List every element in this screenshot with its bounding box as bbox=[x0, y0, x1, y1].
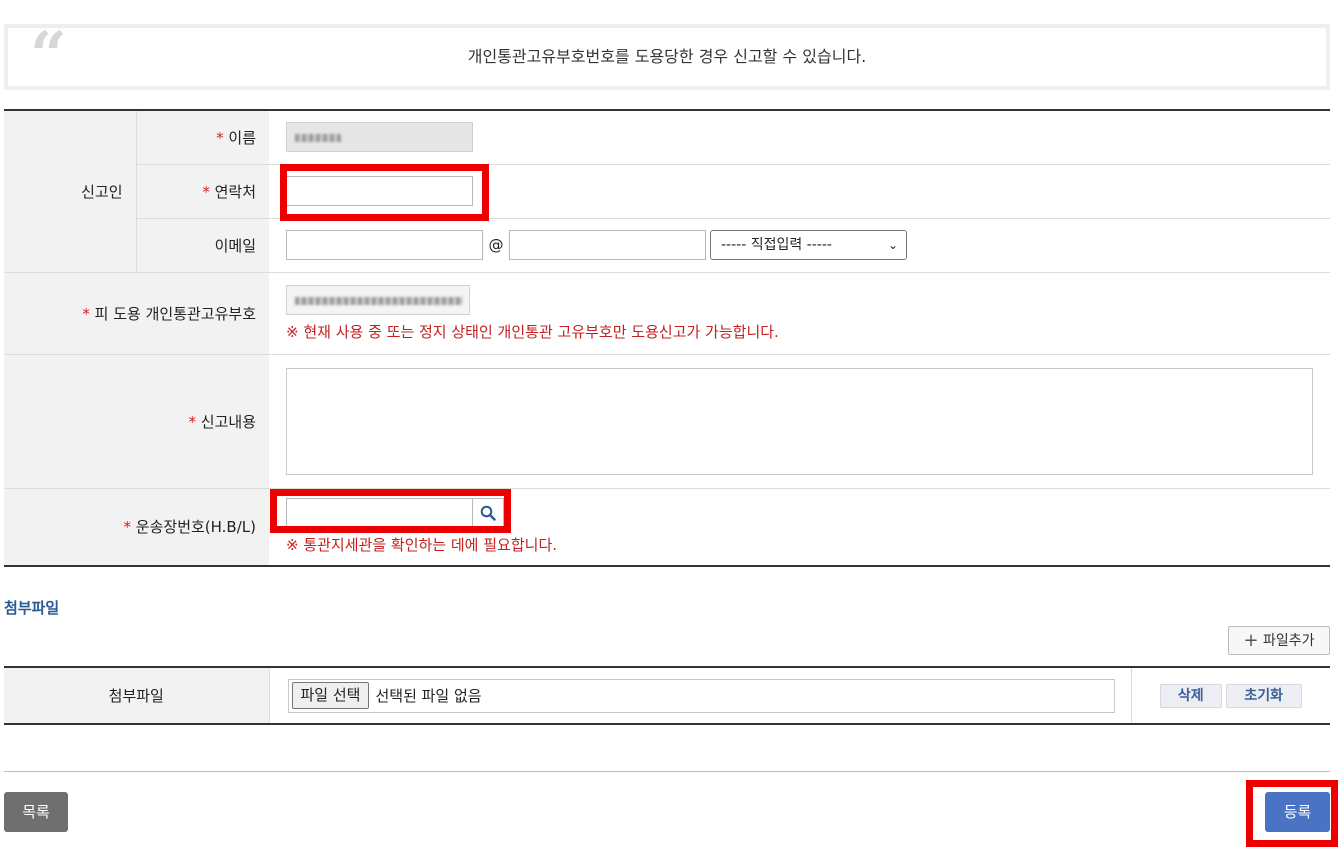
chevron-down-icon: ⌄ bbox=[887, 238, 898, 252]
file-input[interactable]: 파일 선택 선택된 파일 없음 bbox=[287, 678, 1115, 713]
name-label: * 이름 bbox=[136, 110, 269, 165]
report-form: 신고인 * 이름 * 연락처 이메일 @ ----- 직접입력 ----- ⌄ * … bbox=[4, 109, 1330, 567]
contact-input[interactable] bbox=[286, 176, 473, 206]
file-status: 선택된 파일 없음 bbox=[375, 687, 482, 705]
notice-text: 개인통관고유부호번호를 도용당한 경우 신고할 수 있습니다. bbox=[467, 47, 867, 66]
stolen-code-cell: ※ 현재 사용 중 또는 정지 상태인 개인통관 고유부호만 도용신고가 가능합… bbox=[269, 272, 1330, 355]
content-textarea[interactable] bbox=[286, 367, 1313, 475]
reset-button[interactable]: 초기화 bbox=[1225, 683, 1302, 708]
email-cell: @ ----- 직접입력 ----- ⌄ bbox=[269, 218, 1330, 273]
footer-divider bbox=[4, 771, 1330, 772]
email-local-input[interactable] bbox=[286, 230, 483, 260]
waybill-search-field bbox=[286, 498, 504, 529]
stolen-code-label: * 피 도용 개인통관고유부호 bbox=[4, 272, 269, 355]
register-button[interactable]: 등록 bbox=[1265, 792, 1330, 832]
contact-label: * 연락처 bbox=[136, 164, 269, 219]
email-domain-select[interactable]: ----- 직접입력 ----- ⌄ bbox=[710, 230, 907, 260]
search-button[interactable] bbox=[473, 499, 503, 528]
attachment-actions: 삭제 초기화 bbox=[1131, 667, 1330, 724]
stolen-code-warning: ※ 현재 사용 중 또는 정지 상태인 개인통관 고유부호만 도용신고가 가능합… bbox=[286, 322, 779, 341]
attachments-title: 첨부파일 bbox=[4, 599, 60, 617]
waybill-label: * 운송장번호(H.B/L) bbox=[4, 488, 269, 567]
email-at-sign: @ bbox=[488, 236, 504, 254]
email-domain-input[interactable] bbox=[509, 230, 706, 260]
attachment-row-label: 첨부파일 bbox=[4, 667, 270, 724]
content-cell bbox=[269, 354, 1330, 489]
name-cell bbox=[269, 110, 1330, 165]
delete-button[interactable]: 삭제 bbox=[1159, 683, 1222, 708]
waybill-input[interactable] bbox=[287, 499, 473, 528]
notice-banner: “ 개인통관고유부호번호를 도용당한 경우 신고할 수 있습니다. bbox=[4, 24, 1330, 90]
name-value-redacted bbox=[286, 122, 473, 153]
waybill-cell: ※ 통관지세관을 확인하는 데에 필요합니다. bbox=[269, 488, 1330, 567]
choose-file-button[interactable]: 파일 선택 bbox=[291, 682, 370, 709]
search-icon bbox=[480, 505, 496, 521]
attachment-file-cell: 파일 선택 선택된 파일 없음 bbox=[269, 667, 1132, 724]
reporter-group-label: 신고인 bbox=[4, 110, 137, 273]
waybill-warning: ※ 통관지세관을 확인하는 데에 필요합니다. bbox=[286, 536, 558, 555]
plus-icon: + bbox=[1243, 630, 1259, 651]
add-file-button[interactable]: + 파일추가 bbox=[1228, 626, 1330, 655]
email-label: 이메일 bbox=[136, 218, 269, 273]
attachments-table: 첨부파일 파일 선택 선택된 파일 없음 삭제 초기화 bbox=[4, 666, 1330, 725]
list-button[interactable]: 목록 bbox=[4, 792, 68, 832]
content-label: * 신고내용 bbox=[4, 354, 269, 489]
stolen-code-value-redacted[interactable] bbox=[286, 284, 470, 315]
quote-icon: “ bbox=[30, 18, 67, 93]
contact-cell bbox=[269, 164, 1330, 219]
